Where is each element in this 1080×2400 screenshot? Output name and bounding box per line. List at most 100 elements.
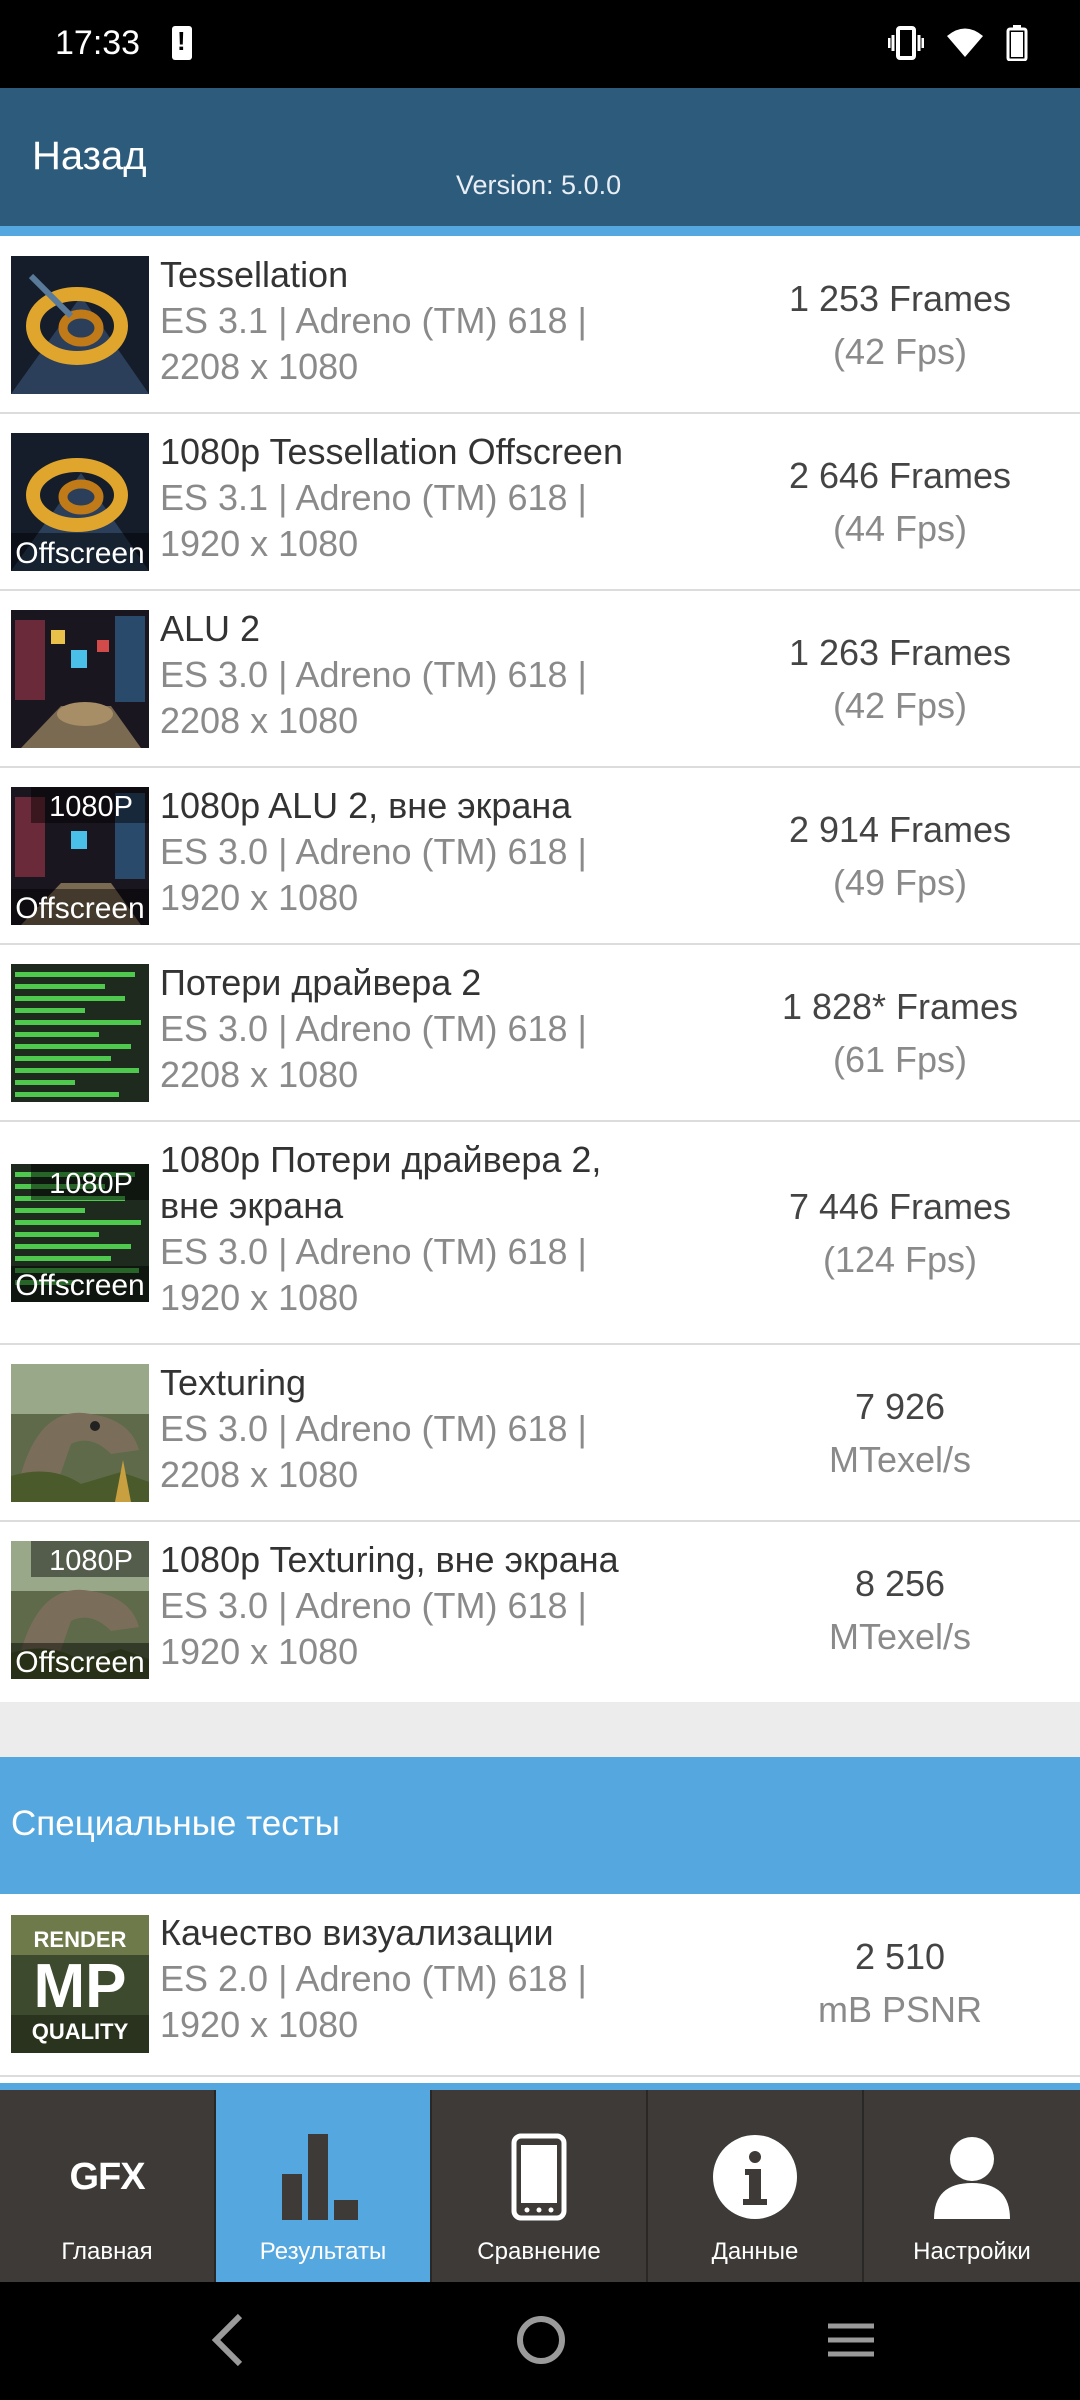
test-title: Texturing xyxy=(160,1362,307,1403)
test-title: 1080p ALU 2, вне экрана xyxy=(160,785,572,826)
phone-icon xyxy=(432,2132,646,2222)
test-title: ALU 2 xyxy=(160,608,261,649)
tab-label: Главная xyxy=(61,2238,153,2265)
test-api: ES 3.0 | Adreno (TM) 618 | xyxy=(160,1231,587,1272)
back-icon[interactable] xyxy=(208,2312,248,2368)
offscreen-label: Offscreen xyxy=(15,1269,145,1302)
test-resolution: 2208 x 1080 xyxy=(160,1054,359,1095)
tab-label: Данные xyxy=(711,2238,799,2265)
home-icon[interactable] xyxy=(514,2312,568,2368)
test-resolution: 2208 x 1080 xyxy=(160,346,359,387)
status-time: 17:33 xyxy=(55,24,141,62)
wifi-icon xyxy=(947,28,983,57)
quality-label: QUALITY xyxy=(32,2019,129,2044)
list-item[interactable]: Потери драйвера 2 ES 3.0 | Adreno (TM) 6… xyxy=(0,945,1080,1122)
test-resolution: 2208 x 1080 xyxy=(160,700,359,741)
list-item[interactable]: Offscreen 1080p Tessellation Offscreen E… xyxy=(0,414,1080,591)
test-score: 1 263 Frames xyxy=(788,632,1012,673)
test-unit: MTexel/s xyxy=(828,1616,972,1657)
tab-label: Сравнение xyxy=(477,2238,601,2265)
test-resolution: 1920 x 1080 xyxy=(160,523,359,564)
test-fps: (42 Fps) xyxy=(832,331,968,372)
alu2-thumbnail xyxy=(11,610,149,748)
test-resolution: 1920 x 1080 xyxy=(160,2004,359,2045)
render-quality-thumbnail: RENDER MP QUALITY xyxy=(11,1915,149,2053)
test-score: 7 446 Frames xyxy=(788,1186,1012,1227)
section-title: Специальные тесты xyxy=(11,1804,340,1843)
app-header: Назад Version: 5.0.0 xyxy=(0,88,1080,226)
back-button[interactable]: Назад xyxy=(32,134,147,179)
1080p-label: 1080P xyxy=(49,1168,133,1200)
version-label: Version: 5.0.0 xyxy=(456,170,622,200)
list-item[interactable]: Tessellation ES 3.1 | Adreno (TM) 618 | … xyxy=(0,236,1080,414)
test-api: ES 3.1 | Adreno (TM) 618 | xyxy=(160,300,587,341)
offscreen-label: Offscreen xyxy=(15,537,145,570)
system-nav-bar xyxy=(0,2282,1080,2400)
offscreen-label: Offscreen xyxy=(15,1646,145,1679)
tab-settings[interactable]: Настройки xyxy=(864,2090,1080,2282)
test-title-line2: вне экрана xyxy=(160,1185,344,1226)
test-fps: (61 Fps) xyxy=(832,1039,968,1080)
test-score: 2 914 Frames xyxy=(788,809,1012,850)
driver-overhead-offscreen-thumbnail: 1080P Offscreen xyxy=(11,1164,149,1302)
test-title: Потери драйвера 2 xyxy=(160,962,482,1003)
vibrate-icon xyxy=(888,26,924,60)
test-score: 8 256 xyxy=(854,1563,946,1604)
1080p-label: 1080P xyxy=(49,791,133,823)
test-resolution: 1920 x 1080 xyxy=(160,877,359,918)
tab-home[interactable]: GFX Главная xyxy=(0,2090,216,2282)
list-item[interactable]: ALU 2 ES 3.0 | Adreno (TM) 618 | 2208 x … xyxy=(0,591,1080,768)
test-score: 1 253 Frames xyxy=(788,278,1012,319)
tab-data[interactable]: Данные xyxy=(648,2090,864,2282)
tab-label: Настройки xyxy=(913,2238,1031,2265)
test-api: ES 3.0 | Adreno (TM) 618 | xyxy=(160,1408,587,1449)
tessellation-offscreen-thumbnail: Offscreen xyxy=(11,433,149,571)
battery-icon xyxy=(1006,25,1028,61)
alert-icon xyxy=(172,26,192,60)
status-icons xyxy=(888,22,1028,64)
test-score: 7 926 xyxy=(854,1386,946,1427)
test-score: 2 646 Frames xyxy=(788,455,1012,496)
special-tests-header: Специальные тесты xyxy=(0,1757,1080,1894)
test-api: ES 3.0 | Adreno (TM) 618 | xyxy=(160,1008,587,1049)
header-accent-bar xyxy=(0,226,1080,236)
menu-icon[interactable] xyxy=(826,2312,876,2368)
test-title: 1080p Texturing, вне экрана xyxy=(160,1539,619,1580)
test-api: ES 3.0 | Adreno (TM) 618 | xyxy=(160,831,587,872)
list-item[interactable]: 1080P Offscreen 1080p ALU 2, вне экрана … xyxy=(0,768,1080,945)
list-item[interactable]: Texturing ES 3.0 | Adreno (TM) 618 | 220… xyxy=(0,1345,1080,1522)
test-resolution: 1920 x 1080 xyxy=(160,1631,359,1672)
tab-results[interactable]: Результаты xyxy=(216,2090,432,2282)
texturing-thumbnail xyxy=(11,1364,149,1502)
test-fps: (44 Fps) xyxy=(832,508,968,549)
test-resolution: 2208 x 1080 xyxy=(160,1454,359,1495)
alu2-offscreen-thumbnail: 1080P Offscreen xyxy=(11,787,149,925)
test-title: Tessellation xyxy=(160,254,349,295)
list-item[interactable]: 1080P Offscreen 1080p Texturing, вне экр… xyxy=(0,1522,1080,1702)
1080p-label: 1080P xyxy=(49,1545,133,1577)
test-score: 1 828* Frames xyxy=(781,986,1019,1027)
tessellation-thumbnail xyxy=(11,256,149,394)
test-score: 2 510 xyxy=(854,1936,946,1977)
test-unit: mB PSNR xyxy=(817,1989,983,2030)
test-title: 1080p Потери драйвера 2, xyxy=(160,1139,602,1180)
render-label: RENDER xyxy=(34,1927,127,1952)
test-title: Качество визуализации xyxy=(160,1912,554,1953)
test-api: ES 3.0 | Adreno (TM) 618 | xyxy=(160,1585,587,1626)
test-fps: (124 Fps) xyxy=(822,1239,978,1280)
test-fps: (49 Fps) xyxy=(832,862,968,903)
test-title: 1080p Tessellation Offscreen xyxy=(160,431,623,472)
bottom-tab-bar: GFX Главная Результаты Сравнение Данные … xyxy=(0,2090,1080,2282)
driver-overhead-thumbnail xyxy=(11,964,149,1102)
tab-compare[interactable]: Сравнение xyxy=(432,2090,648,2282)
tab-label: Результаты xyxy=(259,2238,387,2265)
user-icon xyxy=(864,2132,1080,2222)
test-api: ES 2.0 | Adreno (TM) 618 | xyxy=(160,1958,587,1999)
test-api: ES 3.1 | Adreno (TM) 618 | xyxy=(160,477,587,518)
gfx-logo-icon: GFX xyxy=(69,2155,145,2198)
list-item[interactable]: 1080P Offscreen 1080p Потери драйвера 2,… xyxy=(0,1122,1080,1345)
list-item[interactable]: RENDER MP QUALITY Качество визуализации … xyxy=(0,1894,1080,2077)
texturing-offscreen-thumbnail: 1080P Offscreen xyxy=(11,1541,149,1679)
test-resolution: 1920 x 1080 xyxy=(160,1277,359,1318)
test-unit: MTexel/s xyxy=(828,1439,972,1480)
